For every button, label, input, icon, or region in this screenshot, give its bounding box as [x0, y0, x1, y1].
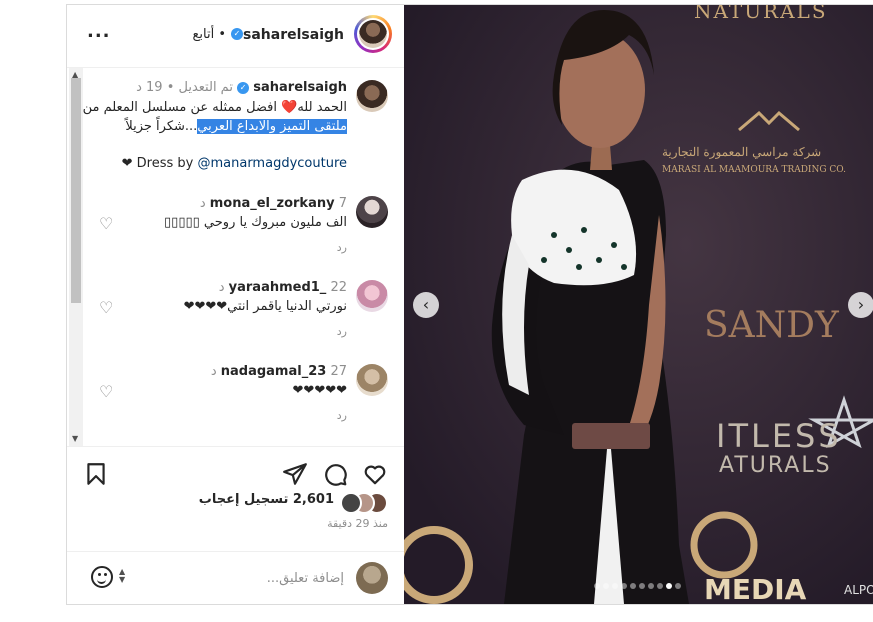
caption-line-2-rest: ...شكراً جزيلاً: [125, 119, 198, 134]
carousel-dot: [657, 583, 663, 589]
reply-button[interactable]: رد: [337, 241, 347, 254]
caption-time: 19 د: [136, 80, 163, 95]
reply-button[interactable]: رد: [337, 409, 347, 422]
scrollbar[interactable]: ▲ ▼: [69, 68, 83, 446]
post-time: منذ 29 دقيقة: [327, 517, 388, 530]
comment-like-heart-icon[interactable]: ♡: [99, 216, 115, 232]
author-avatar[interactable]: [354, 15, 392, 53]
post-photo[interactable]: NATURALS شركة مراسي المعمورة التجارية MA…: [404, 5, 873, 604]
author-username[interactable]: saharelsaigh: [243, 27, 344, 43]
follow-label[interactable]: أتابع: [192, 27, 214, 42]
comment-text: الف مليون مبروك يا روحي ▯▯▯▯▯: [164, 215, 347, 230]
follow-status[interactable]: • أتابع: [192, 27, 226, 42]
add-comment-row: إضافة تعليق... ▲ ▼: [67, 551, 404, 606]
liker-avatar: [340, 492, 362, 514]
comment-header: nadagamal_23 27 د: [211, 364, 347, 379]
caption-line-1: الحمد لله❤️ افضل ممثله عن مسلسل المعلم م…: [82, 100, 347, 115]
caption-line-2: ملتقى التميز والابداع العربي...شكراً جزي…: [125, 119, 347, 134]
backdrop-media: MEDIA: [704, 573, 807, 604]
liker-avatars: [340, 492, 388, 514]
comment-username[interactable]: yaraahmed1_: [229, 280, 327, 295]
caption-highlight: ملتقى التميز والابداع العربي: [197, 119, 347, 134]
dress-prefix: ❤ Dress by: [121, 156, 194, 171]
comment-like-heart-icon[interactable]: ♡: [99, 384, 115, 400]
backdrop-naturals-bottom: ATURALS: [719, 453, 832, 478]
carousel-dot: [648, 583, 654, 589]
backdrop-itless: ITLESS: [716, 417, 842, 455]
carousel-dot: [594, 583, 600, 589]
carousel-dot-active: [666, 583, 672, 589]
caption-username[interactable]: saharelsaigh: [253, 80, 347, 95]
dress-link[interactable]: @manarmagdycouture: [197, 156, 347, 171]
share-icon[interactable]: [282, 461, 308, 487]
carousel-dot: [621, 583, 627, 589]
backdrop-naturals-top: NATURALS: [694, 5, 828, 23]
backdrop-marasi-ar: شركة مراسي المعمورة التجارية: [662, 145, 822, 159]
carousel-dot: [630, 583, 636, 589]
verified-badge-icon: ✓: [237, 81, 250, 94]
carousel-dot: [603, 583, 609, 589]
comment-text: نورتي الدنيا ياقمر انتي❤❤❤❤: [183, 299, 347, 314]
comment-avatar[interactable]: [356, 280, 388, 312]
carousel-dot: [675, 583, 681, 589]
comment-header: mona_el_zorkany 7 د: [200, 196, 347, 211]
likes-count[interactable]: 2,601 تسجيل إعجاب: [199, 492, 334, 507]
next-photo-button[interactable]: ›: [848, 292, 873, 318]
carousel-dot: [639, 583, 645, 589]
comment-username[interactable]: nadagamal_23: [221, 364, 327, 379]
post-header: saharelsaigh ✓ • أتابع ...: [67, 5, 404, 68]
comment-avatar[interactable]: [356, 364, 388, 396]
current-user-avatar: [356, 562, 388, 594]
previous-photo-button[interactable]: ‹: [413, 292, 439, 318]
scrollbar-thumb[interactable]: [71, 78, 81, 303]
backdrop-marasi-en: MARASI AL MAAMOURA TRADING CO.: [662, 165, 847, 175]
backdrop-alpo: ALPO: [844, 583, 873, 597]
comment-username[interactable]: mona_el_zorkany: [210, 196, 335, 211]
post-dialog: saharelsaigh ✓ • أتابع ... ▲ ▼ saharelsa…: [66, 4, 873, 605]
caption-edited: تم التعديل: [178, 80, 233, 95]
comment-text: ❤❤❤❤❤: [292, 383, 347, 398]
caption-dress-credit: ❤ Dress by @manarmagdycouture: [122, 156, 347, 171]
comment-icon[interactable]: [322, 461, 348, 487]
reply-button[interactable]: رد: [337, 325, 347, 338]
post-actions: 2,601 تسجيل إعجاب منذ 29 دقيقة إضافة تعل…: [67, 446, 404, 605]
bookmark-icon[interactable]: [83, 461, 109, 487]
heart-icon[interactable]: [362, 461, 388, 487]
comments-scroll-area[interactable]: ▲ ▼ saharelsaigh ✓ تم التعديل • 19 د الح…: [67, 68, 404, 446]
spinner-arrows-icon[interactable]: ▲ ▼: [119, 568, 125, 584]
post-side-panel: saharelsaigh ✓ • أتابع ... ▲ ▼ saharelsa…: [67, 5, 404, 604]
comment-avatar[interactable]: [356, 196, 388, 228]
more-options-icon[interactable]: ...: [87, 21, 111, 42]
add-comment-input[interactable]: إضافة تعليق...: [267, 571, 344, 586]
caption-header: saharelsaigh ✓ تم التعديل • 19 د: [136, 80, 347, 95]
caption-avatar[interactable]: [356, 80, 388, 112]
backdrop-sandy: SANDY: [704, 305, 839, 346]
verified-badge-icon: ✓: [231, 28, 243, 40]
header-separator: •: [218, 27, 226, 42]
comment-header: yaraahmed1_ 22 د: [219, 280, 347, 295]
scroll-down-icon[interactable]: ▼: [72, 434, 78, 443]
comment-like-heart-icon[interactable]: ♡: [99, 300, 115, 316]
emoji-icon[interactable]: [91, 566, 113, 588]
carousel-dot: [612, 583, 618, 589]
